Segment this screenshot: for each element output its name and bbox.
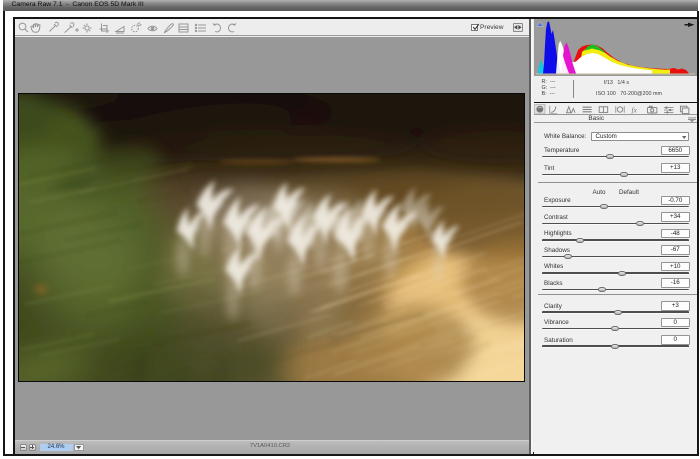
svg-text:fx: fx xyxy=(632,106,638,115)
